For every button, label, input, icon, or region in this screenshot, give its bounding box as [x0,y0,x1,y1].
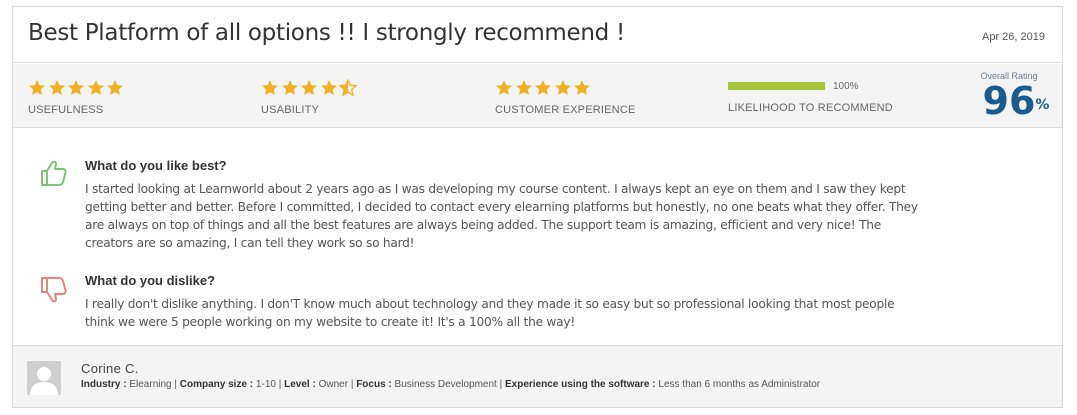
industry-value: Elearning [129,379,172,390]
likelihood-to-recommend: 100% LIKELIHOOD TO RECOMMEND [728,80,893,114]
focus-value: Business Development [394,379,497,390]
star-icon [107,80,123,96]
star-icon [281,80,298,96]
likelihood-percent: 100% [833,80,859,92]
avatar[interactable] [27,361,61,395]
star-icon [574,80,590,96]
thumbs-up-icon [41,160,67,186]
star-icon [535,80,551,96]
star-rating [495,78,636,98]
star-icon [515,80,532,96]
likes-heading: What do you like best? [85,158,227,173]
star-icon [320,80,337,96]
star-icon [496,80,512,96]
level-label: Level : [284,379,316,390]
likelihood-bar [728,82,825,90]
overall-rating-unit: % [1035,97,1050,113]
dislikes-heading: What do you dislike? [85,273,216,288]
star-icon [262,80,278,96]
dislikes-text: I really don't dislike anything. I don'T… [85,297,895,329]
overall-rating-value: 96% [982,79,1050,123]
reviewer-name[interactable]: Corine C. [81,361,139,376]
rating-label: CUSTOMER EXPERIENCE [495,104,636,116]
rating-usability: USABILITY [261,78,359,116]
rating-label: USEFULNESS [28,104,104,116]
thumbs-down-icon [41,277,67,303]
focus-label: Focus : [356,379,392,390]
review-date: Apr 26, 2019 [982,31,1045,43]
rating-usefulness: USEFULNESS [28,78,126,116]
company-size-value: 1-10 [255,379,276,390]
overall-rating-number: 96 [982,79,1036,123]
star-rating [28,78,126,98]
review-card: Best Platform of all options !! I strong… [12,6,1063,408]
level-value: Owner [318,379,349,390]
meta-separator: | [350,379,354,390]
likelihood-label: LIKELIHOOD TO RECOMMEND [728,102,893,114]
user-silhouette-icon [27,361,61,395]
review-title: Best Platform of all options !! I strong… [28,20,625,46]
star-icon [48,80,65,96]
star-icon [68,80,84,96]
likes-text: I started looking at Learnworld about 2 … [85,182,918,250]
likelihood-bar-fill [728,82,825,90]
ratings-bar: USEFULNESS USABILITY CUSTOMER EXPERIENCE… [13,64,1062,128]
rating-label: USABILITY [261,104,320,116]
company-size-label: Company size : [179,379,254,390]
reviewer-footer: Corine C. Industry : Elearning | Company… [13,346,1062,407]
meta-separator: | [278,379,282,390]
rating-customer-experience: CUSTOMER EXPERIENCE [495,78,636,116]
reviewer-meta: Industry : Elearning | Company size : 1-… [81,379,820,390]
meta-separator: | [174,379,177,390]
star-icon [301,80,317,96]
overall-rating: Overall Rating 96% [964,71,1054,121]
review-body: What do you like best? I started looking… [13,129,1062,345]
star-icon [29,80,45,96]
star-icon [87,80,104,96]
star-icon [339,79,357,97]
star-rating [261,78,359,98]
meta-separator: | [499,379,503,390]
review-header: Best Platform of all options !! I strong… [13,7,1062,63]
experience-value: Less than 6 months as Administrator [658,379,821,390]
experience-label: Experience using the software : [505,379,656,390]
industry-label: Industry : [81,379,127,390]
star-icon [554,80,571,96]
